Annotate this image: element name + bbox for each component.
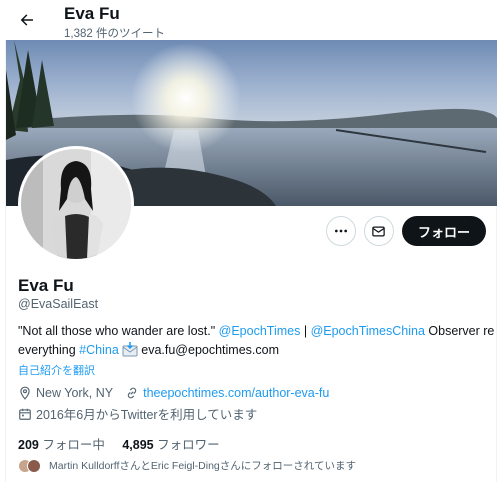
profile-meta-row: New York, NY theepochtimes.com/author-ev… <box>18 386 329 400</box>
message-button[interactable] <box>363 216 394 246</box>
link-icon <box>125 386 139 400</box>
followers-label: フォロワー <box>157 438 220 452</box>
followed-by-row[interactable]: Martin KulldorffさんとEric Feigl-Dingさんにフォロ… <box>18 458 356 473</box>
mention-epochtimeschina[interactable]: @EpochTimesChina <box>311 324 425 338</box>
message-icon <box>372 226 386 236</box>
profile-handle: @EvaSailEast <box>18 297 99 311</box>
more-button[interactable] <box>325 216 356 246</box>
follow-button[interactable]: フォロー <box>401 216 486 246</box>
joined-text: 2016年6月からTwitterを利用しています <box>36 408 258 422</box>
back-arrow-icon <box>20 14 33 26</box>
following-link[interactable]: 209 フォロー中 <box>18 438 105 452</box>
hashtag-china[interactable]: #China <box>79 343 119 357</box>
joined-row: 2016年6月からTwitterを利用しています <box>18 404 257 423</box>
profile-bio: "Not all those who wander are lost." @Ep… <box>18 322 496 363</box>
tweet-count: 1,382 件のツイート <box>64 28 165 40</box>
calendar-icon <box>18 407 32 421</box>
bio-email: eva.fu@epochtimes.com <box>137 343 280 357</box>
translate-bio-link[interactable]: 自己紹介を翻訳 <box>18 362 95 378</box>
following-count: 209 <box>18 438 39 452</box>
follower-avatar-2 <box>27 458 41 473</box>
incoming-envelope-icon <box>122 342 138 363</box>
website-link[interactable]: theepochtimes.com/author-eva-fu <box>143 386 329 400</box>
followers-count: 4,895 <box>122 438 154 452</box>
more-icon <box>334 229 347 233</box>
following-label: フォロー中 <box>42 438 105 452</box>
mention-epochtimes[interactable]: @EpochTimes <box>219 324 301 338</box>
back-button[interactable] <box>15 8 39 32</box>
bio-quote: "Not all those who wander are lost." <box>18 324 219 338</box>
bio-text-line1: Observer re <box>424 324 495 338</box>
location-text: New York, NY <box>36 386 114 400</box>
followers-link[interactable]: 4,895 フォロワー <box>122 438 219 452</box>
followed-by-text: Martin KulldorffさんとEric Feigl-Dingさんにフォロ… <box>49 460 356 472</box>
profile-header: Eva Fu 1,382 件のツイート <box>0 0 500 40</box>
follow-stats: 209 フォロー中 4,895 フォロワー <box>18 434 234 453</box>
bio-text-line2: everything <box>18 343 80 357</box>
location-pin-icon <box>18 386 32 400</box>
avatar[interactable] <box>18 146 134 262</box>
bio-separator: | <box>300 324 311 338</box>
avatar-photo <box>21 149 131 259</box>
profile-name: Eva Fu <box>18 276 74 295</box>
profile-actions: フォロー <box>325 216 486 246</box>
header-name: Eva Fu <box>64 4 120 23</box>
